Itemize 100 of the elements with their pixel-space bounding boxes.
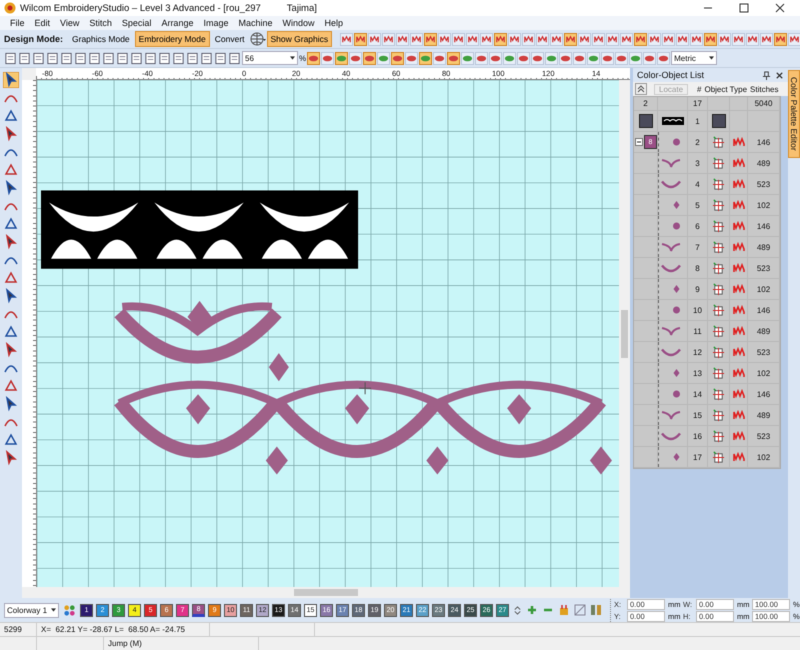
object-tool-icon[interactable] [531, 52, 544, 64]
stitch-tool-icon[interactable] [396, 32, 410, 46]
menu-item[interactable]: Special [122, 18, 152, 28]
drawing-tool-icon[interactable] [3, 288, 19, 304]
object-tool-icon[interactable] [657, 52, 670, 64]
object-tool-icon[interactable] [545, 52, 558, 64]
file-tool-icon[interactable] [88, 52, 101, 64]
dropdown-arrow-icon[interactable] [51, 608, 56, 612]
dropdown-arrow-icon[interactable] [709, 56, 714, 60]
stitch-tool-icon[interactable] [662, 32, 676, 46]
globe-icon[interactable] [250, 31, 266, 47]
stitch-tool-icon[interactable] [382, 32, 396, 46]
drawing-tool-icon[interactable] [3, 72, 19, 88]
menu-item[interactable]: View [60, 18, 80, 28]
file-tool-icon[interactable] [214, 52, 227, 64]
no-color-icon[interactable] [574, 604, 586, 616]
menu-item[interactable]: Edit [34, 18, 50, 28]
embroidery-border-drawing[interactable] [114, 380, 612, 475]
drawing-tool-icon[interactable] [3, 216, 19, 232]
stitch-tool-icon[interactable] [718, 32, 732, 46]
object-tool-icon[interactable] [363, 52, 376, 64]
object-tool-icon[interactable] [587, 52, 600, 64]
stitch-tool-icon[interactable] [452, 32, 466, 46]
stitch-tool-icon[interactable] [760, 32, 774, 46]
stitch-tool-icon[interactable] [536, 32, 550, 46]
object-tool-icon[interactable] [419, 52, 432, 64]
object-tool-icon[interactable] [559, 52, 572, 64]
mode-button[interactable]: Embroidery Mode [134, 31, 210, 47]
object-tool-icon[interactable] [321, 52, 334, 64]
zoom-field[interactable]: 56 [242, 51, 298, 65]
stitch-tool-icon[interactable] [592, 32, 606, 46]
drawing-tool-icon[interactable] [3, 324, 19, 340]
object-tool-icon[interactable] [447, 52, 460, 64]
file-tool-icon[interactable] [172, 52, 185, 64]
stitch-tool-icon[interactable] [340, 32, 354, 46]
drawing-tool-icon[interactable] [3, 162, 19, 178]
collapse-icon[interactable] [635, 138, 643, 146]
object-tool-icon[interactable] [615, 52, 628, 64]
border-artwork-drawing[interactable] [41, 190, 358, 269]
drawing-tool-icon[interactable] [3, 396, 19, 412]
stitch-tool-icon[interactable] [410, 32, 424, 46]
object-tool-icon[interactable] [573, 52, 586, 64]
stitch-tool-icon[interactable] [368, 32, 382, 46]
stitch-tool-icon[interactable] [508, 32, 522, 46]
colorway-palette-icon[interactable] [63, 604, 76, 616]
stitch-tool-icon[interactable] [620, 32, 634, 46]
drawing-tool-icon[interactable] [3, 270, 19, 286]
color-palette-editor-tab[interactable]: Color Palette Editor [788, 70, 800, 158]
stitch-tool-icon[interactable] [704, 32, 718, 46]
file-tool-icon[interactable] [228, 52, 241, 64]
stitch-tool-icon[interactable] [522, 32, 536, 46]
stitch-tool-icon[interactable] [732, 32, 746, 46]
stitch-tool-icon[interactable] [480, 32, 494, 46]
pin-icon[interactable] [762, 70, 771, 80]
stitch-tool-icon[interactable] [466, 32, 480, 46]
drawing-tool-icon[interactable] [3, 180, 19, 196]
maximize-icon[interactable] [739, 3, 749, 13]
stitch-tool-icon[interactable] [494, 32, 508, 46]
stitch-tool-icon[interactable] [774, 32, 788, 46]
file-tool-icon[interactable] [74, 52, 87, 64]
stitch-tool-icon[interactable] [788, 32, 800, 46]
menu-item[interactable]: File [10, 18, 25, 28]
embroidery-motif-drawing[interactable] [114, 300, 289, 382]
close-icon[interactable] [775, 70, 784, 80]
file-tool-icon[interactable] [32, 52, 45, 64]
file-tool-icon[interactable] [200, 52, 213, 64]
menu-item[interactable]: Stitch [89, 18, 112, 28]
file-tool-icon[interactable] [116, 52, 129, 64]
file-tool-icon[interactable] [4, 52, 17, 64]
object-tool-icon[interactable] [377, 52, 390, 64]
object-tool-icon[interactable] [461, 52, 474, 64]
stitch-tool-icon[interactable] [634, 32, 648, 46]
object-tool-icon[interactable] [601, 52, 614, 64]
menu-item[interactable]: Image [203, 18, 228, 28]
menu-item[interactable]: Help [324, 18, 344, 28]
object-tool-icon[interactable] [405, 52, 418, 64]
dropdown-arrow-icon[interactable] [290, 56, 295, 60]
drawing-tool-icon[interactable] [3, 450, 19, 466]
drawing-tool-icon[interactable] [3, 342, 19, 358]
file-tool-icon[interactable] [18, 52, 31, 64]
units-dropdown[interactable]: Metric [671, 51, 718, 65]
object-tool-icon[interactable] [433, 52, 446, 64]
add-color-icon[interactable] [526, 604, 538, 616]
menu-item[interactable]: Arrange [161, 18, 194, 28]
file-tool-icon[interactable] [60, 52, 73, 64]
close-icon[interactable] [775, 3, 785, 13]
stitch-tool-icon[interactable] [550, 32, 564, 46]
stitch-tool-icon[interactable] [354, 32, 368, 46]
drawing-tool-icon[interactable] [3, 432, 19, 448]
object-tool-icon[interactable] [349, 52, 362, 64]
stitch-tool-icon[interactable] [578, 32, 592, 46]
object-tool-icon[interactable] [475, 52, 488, 64]
file-tool-icon[interactable] [158, 52, 171, 64]
mode-button[interactable]: Convert [210, 31, 249, 47]
stitch-tool-icon[interactable] [648, 32, 662, 46]
drawing-tool-icon[interactable] [3, 126, 19, 142]
file-tool-icon[interactable] [186, 52, 199, 64]
mode-button[interactable]: Graphics Mode [68, 31, 134, 47]
spin-arrows-icon[interactable] [513, 606, 522, 614]
stitch-tool-icon[interactable] [676, 32, 690, 46]
